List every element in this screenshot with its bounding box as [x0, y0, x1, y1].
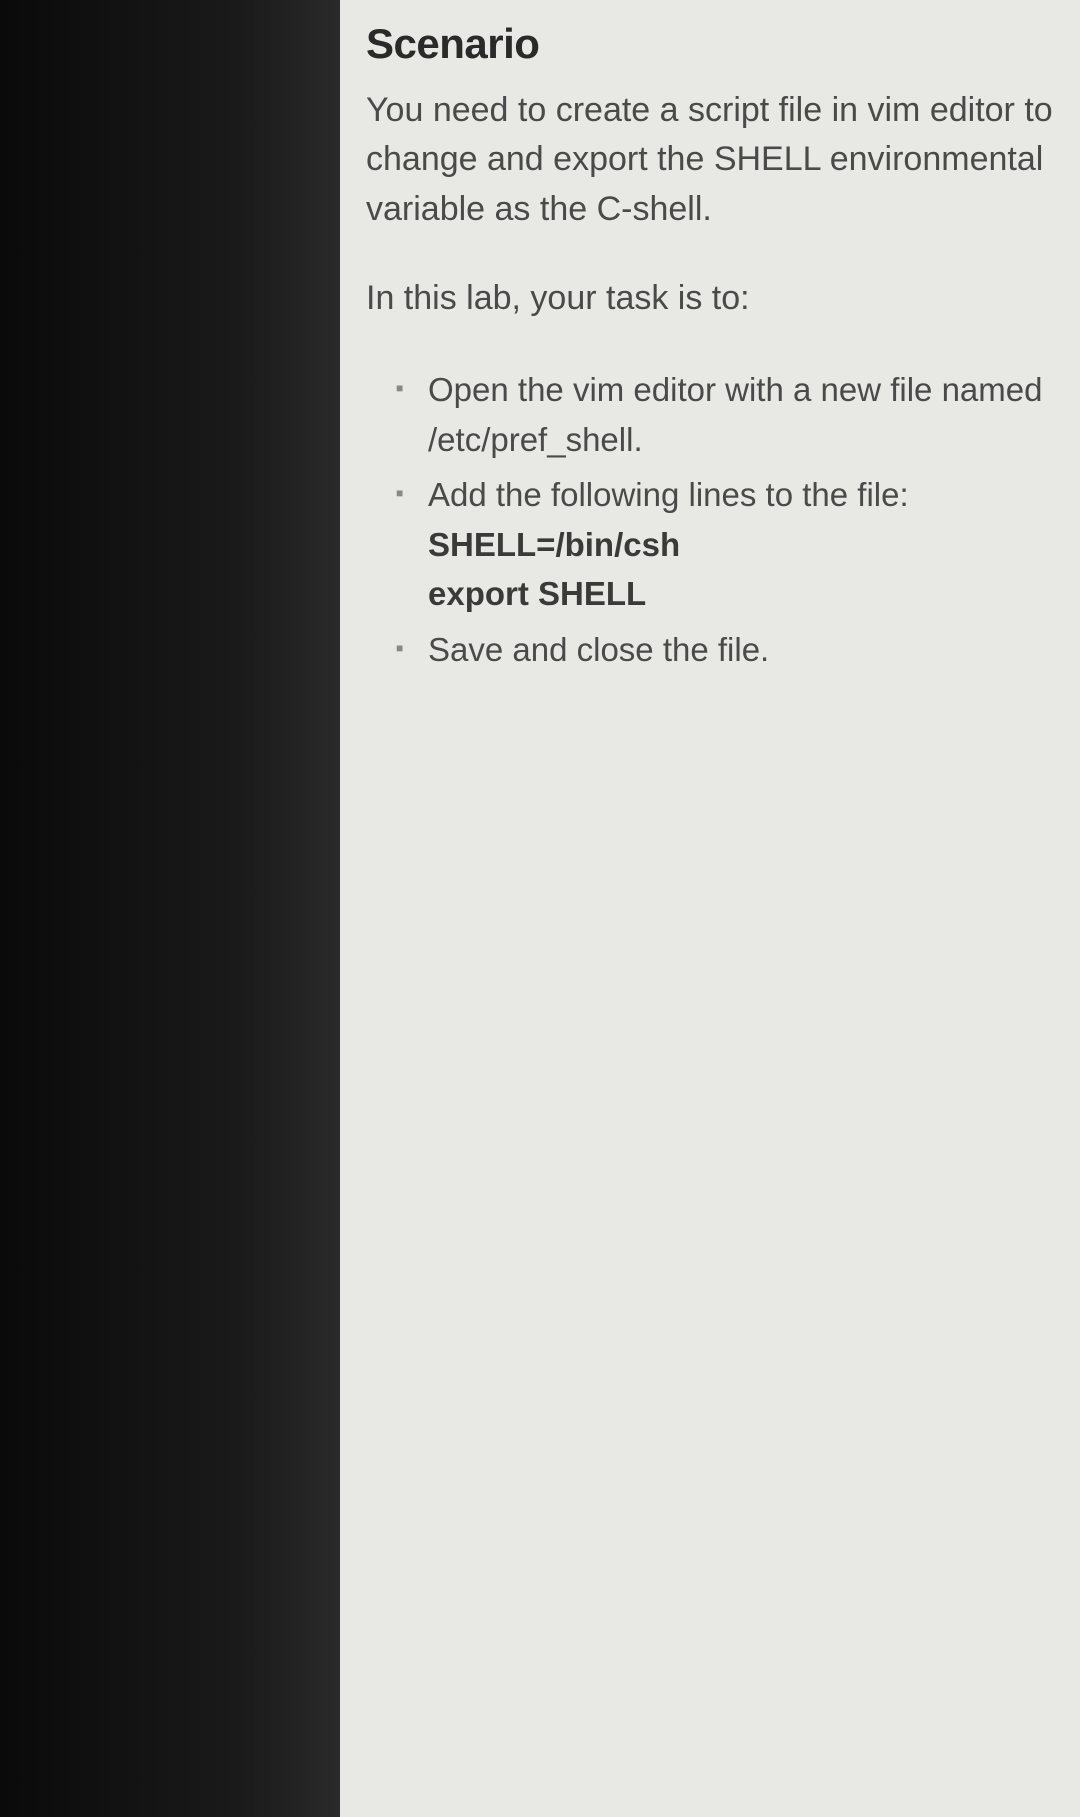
code-line: export SHELL: [428, 569, 1062, 619]
task-text: Open the vim editor with a new file name…: [428, 371, 1042, 458]
code-line: SHELL=/bin/csh: [428, 520, 1062, 570]
task-text: Add the following lines to the file:: [428, 476, 909, 513]
left-dark-panel: [0, 0, 340, 1817]
task-item: Open the vim editor with a new file name…: [396, 365, 1062, 464]
scenario-intro: You need to create a script file in vim …: [366, 86, 1062, 234]
scenario-heading: Scenario: [366, 20, 1062, 68]
task-item: Add the following lines to the file: SHE…: [396, 470, 1062, 619]
task-item: Save and close the file.: [396, 625, 1062, 675]
task-text: Save and close the file.: [428, 631, 769, 668]
task-prompt: In this lab, your task is to:: [366, 274, 1062, 323]
content-panel: Scenario You need to create a script fil…: [340, 0, 1080, 1817]
task-list: Open the vim editor with a new file name…: [366, 365, 1062, 674]
